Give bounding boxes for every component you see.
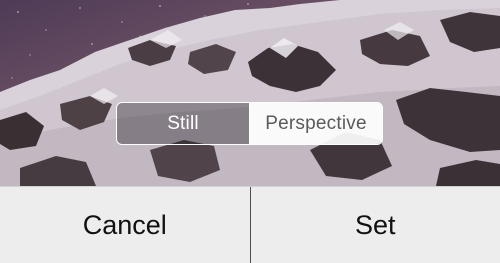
still-perspective-toggle[interactable]: Still Perspective (116, 102, 383, 145)
set-button[interactable]: Set (251, 187, 500, 263)
cancel-button-label: Cancel (82, 209, 167, 240)
mountain-wallpaper-image (0, 0, 500, 186)
segment-still-label: Still (167, 112, 199, 134)
set-button-label: Set (354, 209, 396, 240)
segment-still[interactable]: Still (117, 103, 250, 144)
action-bar: Cancel Set (0, 186, 500, 263)
segment-perspective[interactable]: Perspective (250, 103, 382, 144)
segment-perspective-label: Perspective (265, 112, 367, 134)
wallpaper-preview[interactable]: Still Perspective (0, 0, 500, 186)
cancel-button[interactable]: Cancel (0, 187, 250, 263)
